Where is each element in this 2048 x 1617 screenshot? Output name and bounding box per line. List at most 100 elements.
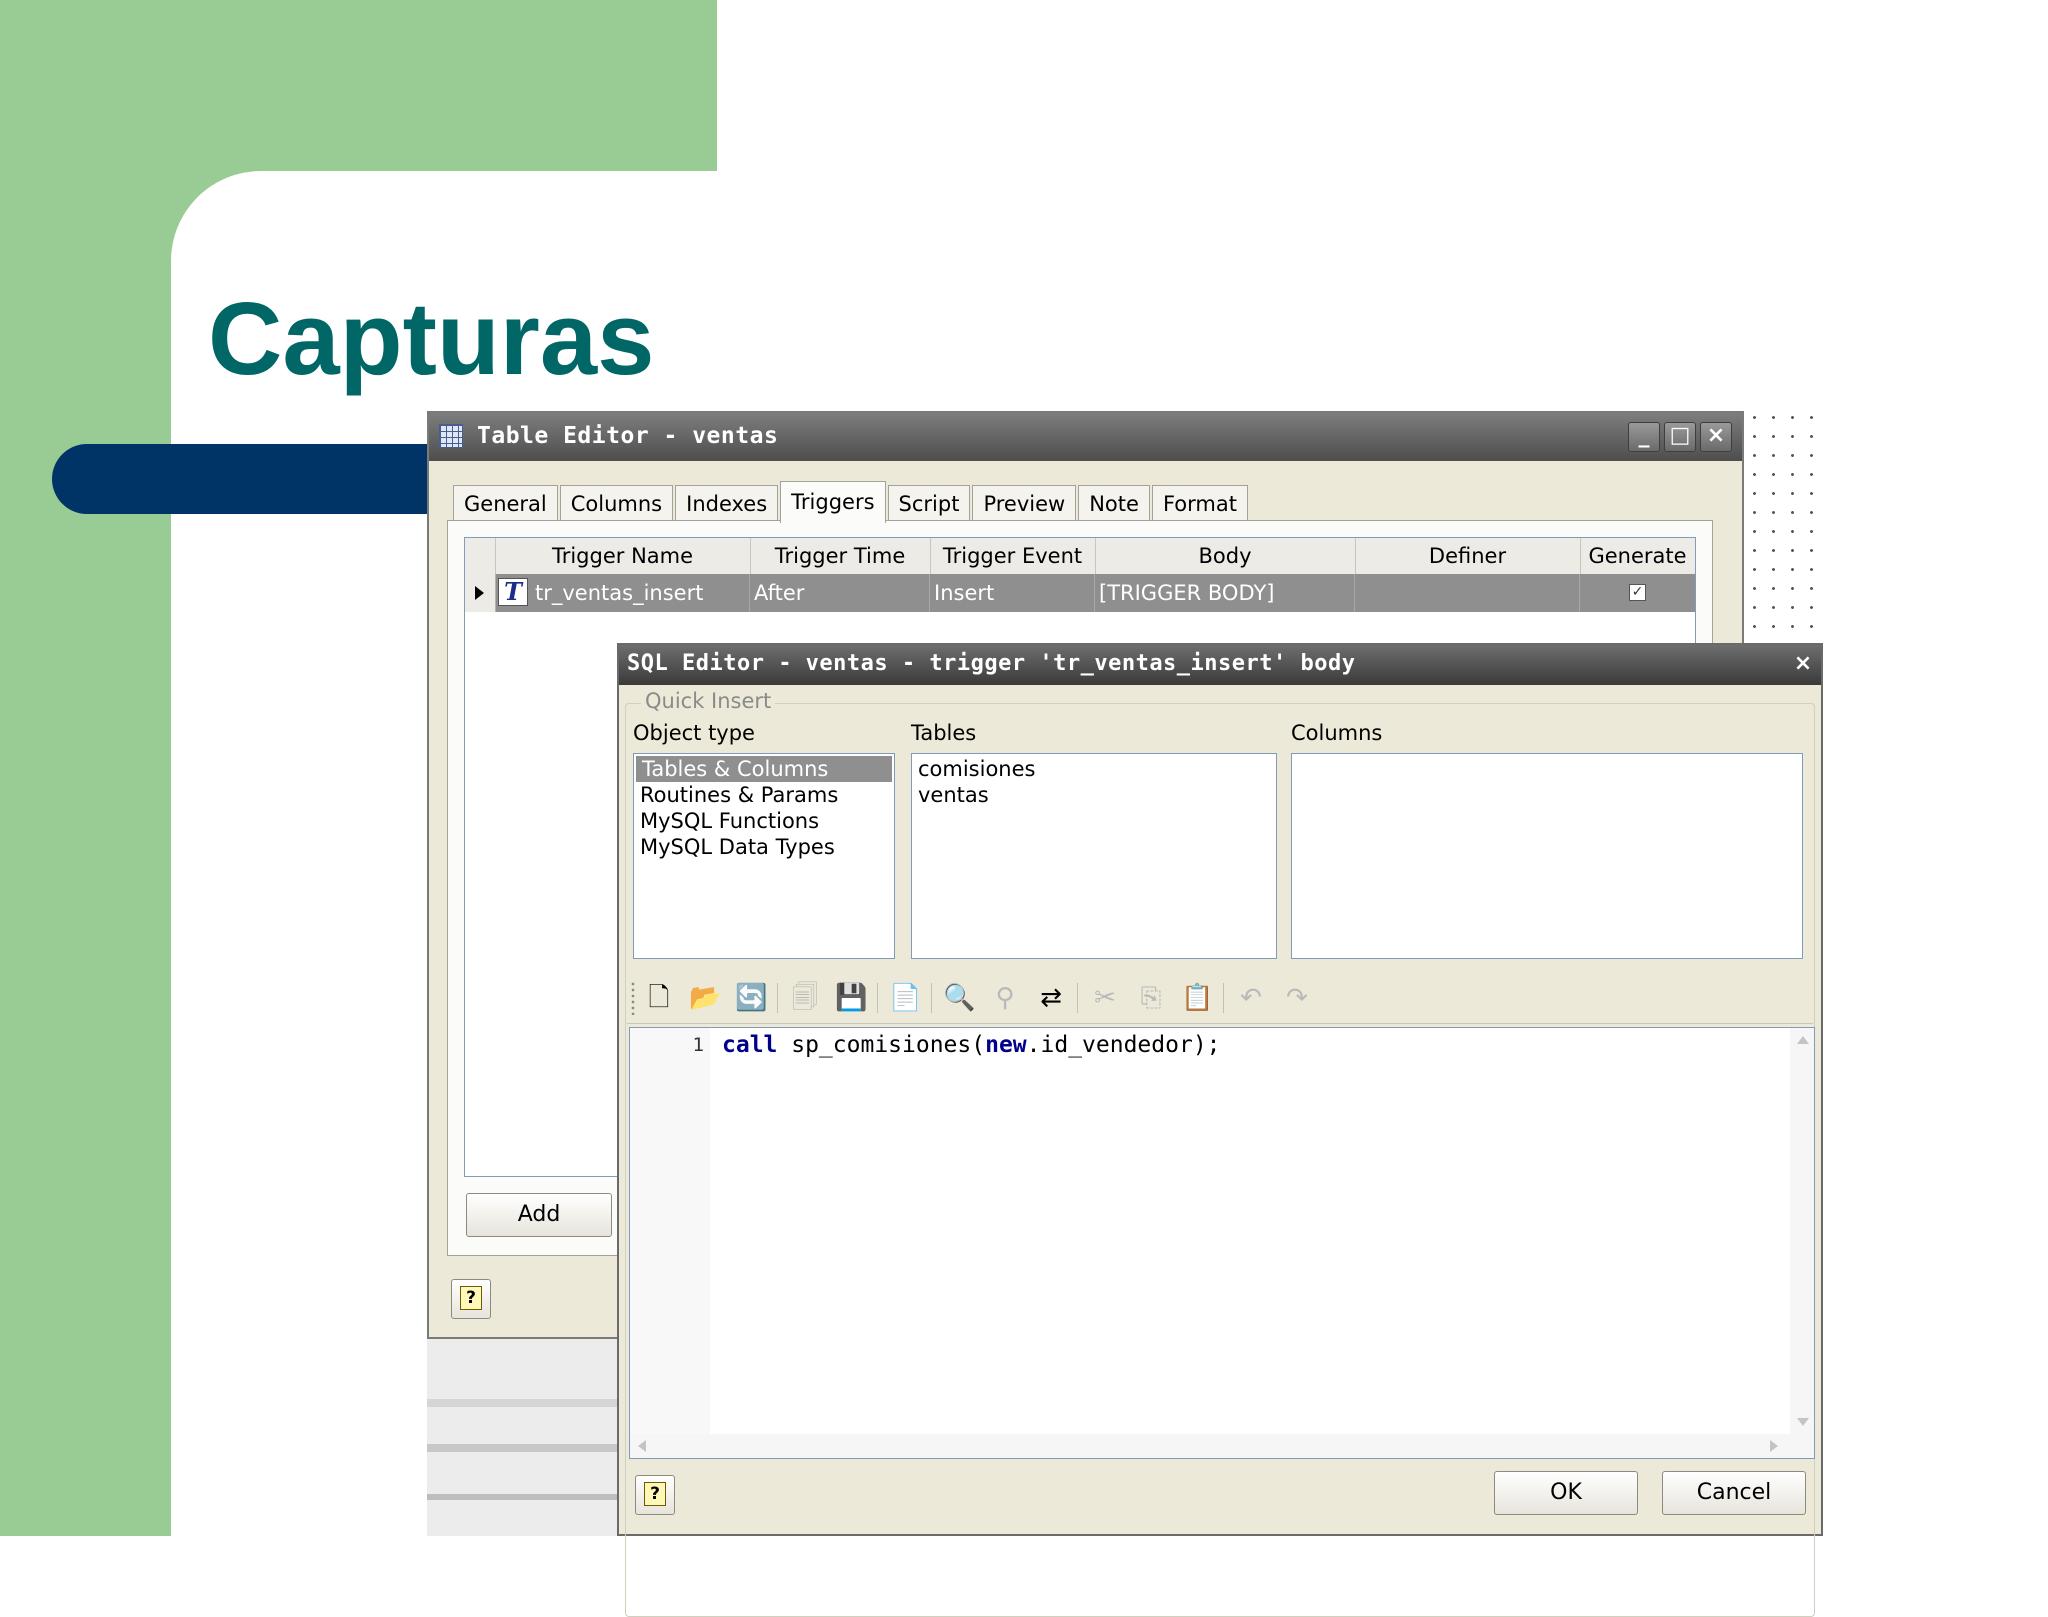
- save-icon[interactable]: 💾: [835, 982, 867, 1014]
- list-item-routines-params[interactable]: Routines & Params: [634, 782, 894, 808]
- editor-vertical-scrollbar[interactable]: [1790, 1028, 1814, 1436]
- maximize-button[interactable]: □: [1664, 422, 1696, 452]
- column-header-trigger-event[interactable]: Trigger Event: [930, 538, 1096, 574]
- find-next-icon[interactable]: ⚲: [989, 982, 1021, 1014]
- document-list-icon[interactable]: 📄: [889, 982, 921, 1014]
- slide-dot-pattern: [1745, 408, 1817, 638]
- tab-general[interactable]: General: [453, 485, 558, 522]
- table-editor-titlebar[interactable]: Table Editor - ventas _ □ ×: [429, 413, 1742, 461]
- sql-editor-help-button[interactable]: ?: [635, 1475, 675, 1515]
- trigger-icon: T: [498, 578, 528, 606]
- minimize-button[interactable]: _: [1628, 422, 1660, 452]
- cell-trigger-name[interactable]: tr_ventas_insert: [531, 574, 750, 612]
- toolbar-separator: [1223, 983, 1224, 1013]
- tab-format[interactable]: Format: [1151, 485, 1248, 522]
- ok-button-label: OK: [1550, 1480, 1582, 1505]
- new-document-icon[interactable]: 🗋: [643, 982, 675, 1014]
- undo-icon[interactable]: ↶: [1235, 982, 1267, 1014]
- table-editor-tabs: General Columns Indexes Triggers Script …: [453, 481, 1250, 523]
- find-icon[interactable]: 🔍: [943, 982, 975, 1014]
- sql-editor-window: SQL Editor - ventas - trigger 'tr_ventas…: [617, 643, 1823, 1617]
- redo-icon[interactable]: ↷: [1281, 982, 1313, 1014]
- list-item-tables-columns[interactable]: Tables & Columns: [636, 756, 892, 782]
- background-strip-line: [427, 1444, 623, 1452]
- tables-list[interactable]: comisiones ventas: [911, 753, 1277, 959]
- list-item-mysql-functions[interactable]: MySQL Functions: [634, 808, 894, 834]
- sql-editor-toolbar: 🗋 📂 🔄 🗐 💾 📄 🔍 ⚲ ⇄ ✂ ⎘ 📋 ↶ ↷: [627, 973, 1813, 1024]
- quick-insert-legend: Quick Insert: [641, 689, 776, 713]
- cell-generate[interactable]: ✓: [1580, 574, 1695, 612]
- ok-button[interactable]: OK: [1494, 1471, 1638, 1515]
- toolbar-separator: [877, 983, 878, 1013]
- toolbar-separator: [931, 983, 932, 1013]
- toolbar-grip[interactable]: [631, 981, 635, 1015]
- tab-script[interactable]: Script: [887, 485, 971, 522]
- list-item-mysql-data-types[interactable]: MySQL Data Types: [634, 834, 894, 860]
- row-indicator-header: [465, 538, 496, 574]
- tables-label: Tables: [911, 721, 977, 745]
- cell-trigger-time[interactable]: After: [750, 574, 930, 612]
- slide-navy-accent-bar: [52, 444, 472, 514]
- columns-list[interactable]: [1291, 753, 1803, 959]
- help-icon: ?: [644, 1482, 666, 1506]
- table-grid-icon: [439, 424, 463, 448]
- list-item-table-comisiones[interactable]: comisiones: [912, 756, 1276, 782]
- code-keyword-call: call: [722, 1032, 778, 1058]
- add-trigger-button[interactable]: Add: [466, 1193, 612, 1237]
- scroll-right-arrow-icon[interactable]: [1770, 1440, 1778, 1452]
- line-number-gutter: 1: [630, 1028, 710, 1458]
- cancel-button[interactable]: Cancel: [1662, 1471, 1806, 1515]
- line-number: 1: [692, 1034, 704, 1056]
- code-text-procedure: sp_comisiones(: [777, 1032, 986, 1058]
- toolbar-separator: [1077, 983, 1078, 1013]
- column-header-trigger-time[interactable]: Trigger Time: [750, 538, 931, 574]
- code-text-argument: .id_vendedor);: [1026, 1032, 1221, 1058]
- save-disabled-icon[interactable]: 🗐: [789, 982, 821, 1014]
- tab-note[interactable]: Note: [1078, 485, 1150, 522]
- help-icon: ?: [460, 1286, 482, 1310]
- object-type-list[interactable]: Tables & Columns Routines & Params MySQL…: [633, 753, 895, 959]
- open-file-icon[interactable]: 📂: [689, 982, 721, 1014]
- cell-body[interactable]: [TRIGGER BODY]: [1095, 574, 1355, 612]
- scroll-down-arrow-icon[interactable]: [1797, 1418, 1809, 1426]
- tab-preview[interactable]: Preview: [972, 485, 1077, 522]
- object-type-label: Object type: [633, 721, 755, 745]
- table-editor-title: Table Editor - ventas: [477, 423, 779, 449]
- list-item-table-ventas[interactable]: ventas: [912, 782, 1276, 808]
- generate-checkbox[interactable]: ✓: [1629, 584, 1646, 601]
- sql-editor-close-button[interactable]: ×: [1791, 653, 1815, 675]
- reload-icon[interactable]: 🔄: [735, 982, 767, 1014]
- sql-editor-title: SQL Editor - ventas - trigger 'tr_ventas…: [627, 651, 1356, 676]
- background-window-strip: [427, 1339, 623, 1536]
- toolbar-separator: [777, 983, 778, 1013]
- column-header-trigger-name[interactable]: Trigger Name: [495, 538, 751, 574]
- cut-icon[interactable]: ✂: [1089, 982, 1121, 1014]
- copy-icon[interactable]: ⎘: [1135, 982, 1167, 1014]
- code-line-1[interactable]: call sp_comisiones(new.id_vendedor);: [722, 1032, 1221, 1058]
- cell-definer[interactable]: [1355, 574, 1580, 612]
- editor-horizontal-scrollbar[interactable]: [630, 1434, 1814, 1458]
- add-trigger-label: Add: [517, 1202, 561, 1227]
- cell-trigger-event[interactable]: Insert: [930, 574, 1095, 612]
- tab-indexes[interactable]: Indexes: [675, 485, 779, 522]
- tab-triggers[interactable]: Triggers: [780, 481, 886, 523]
- columns-label: Columns: [1291, 721, 1383, 745]
- scroll-left-arrow-icon[interactable]: [638, 1440, 646, 1452]
- column-header-generate[interactable]: Generate: [1580, 538, 1695, 574]
- triggers-grid-header: Trigger Name Trigger Time Trigger Event …: [465, 538, 1695, 575]
- paste-icon[interactable]: 📋: [1181, 982, 1213, 1014]
- sql-editor-titlebar[interactable]: SQL Editor - ventas - trigger 'tr_ventas…: [619, 645, 1821, 685]
- background-strip-line: [427, 1494, 623, 1500]
- table-editor-help-button[interactable]: ?: [451, 1279, 491, 1319]
- tab-columns[interactable]: Columns: [559, 485, 674, 522]
- current-row-arrow-icon: [465, 574, 496, 612]
- slide-title: Capturas: [208, 281, 655, 396]
- column-header-definer[interactable]: Definer: [1355, 538, 1581, 574]
- background-strip-line: [427, 1399, 623, 1407]
- table-row[interactable]: T tr_ventas_insert After Insert [TRIGGER…: [465, 574, 1695, 612]
- scroll-up-arrow-icon[interactable]: [1797, 1036, 1809, 1044]
- replace-icon[interactable]: ⇄: [1035, 982, 1067, 1014]
- sql-code-editor[interactable]: 1 call sp_comisiones(new.id_vendedor);: [629, 1027, 1815, 1459]
- column-header-body[interactable]: Body: [1095, 538, 1356, 574]
- close-button[interactable]: ×: [1700, 422, 1732, 452]
